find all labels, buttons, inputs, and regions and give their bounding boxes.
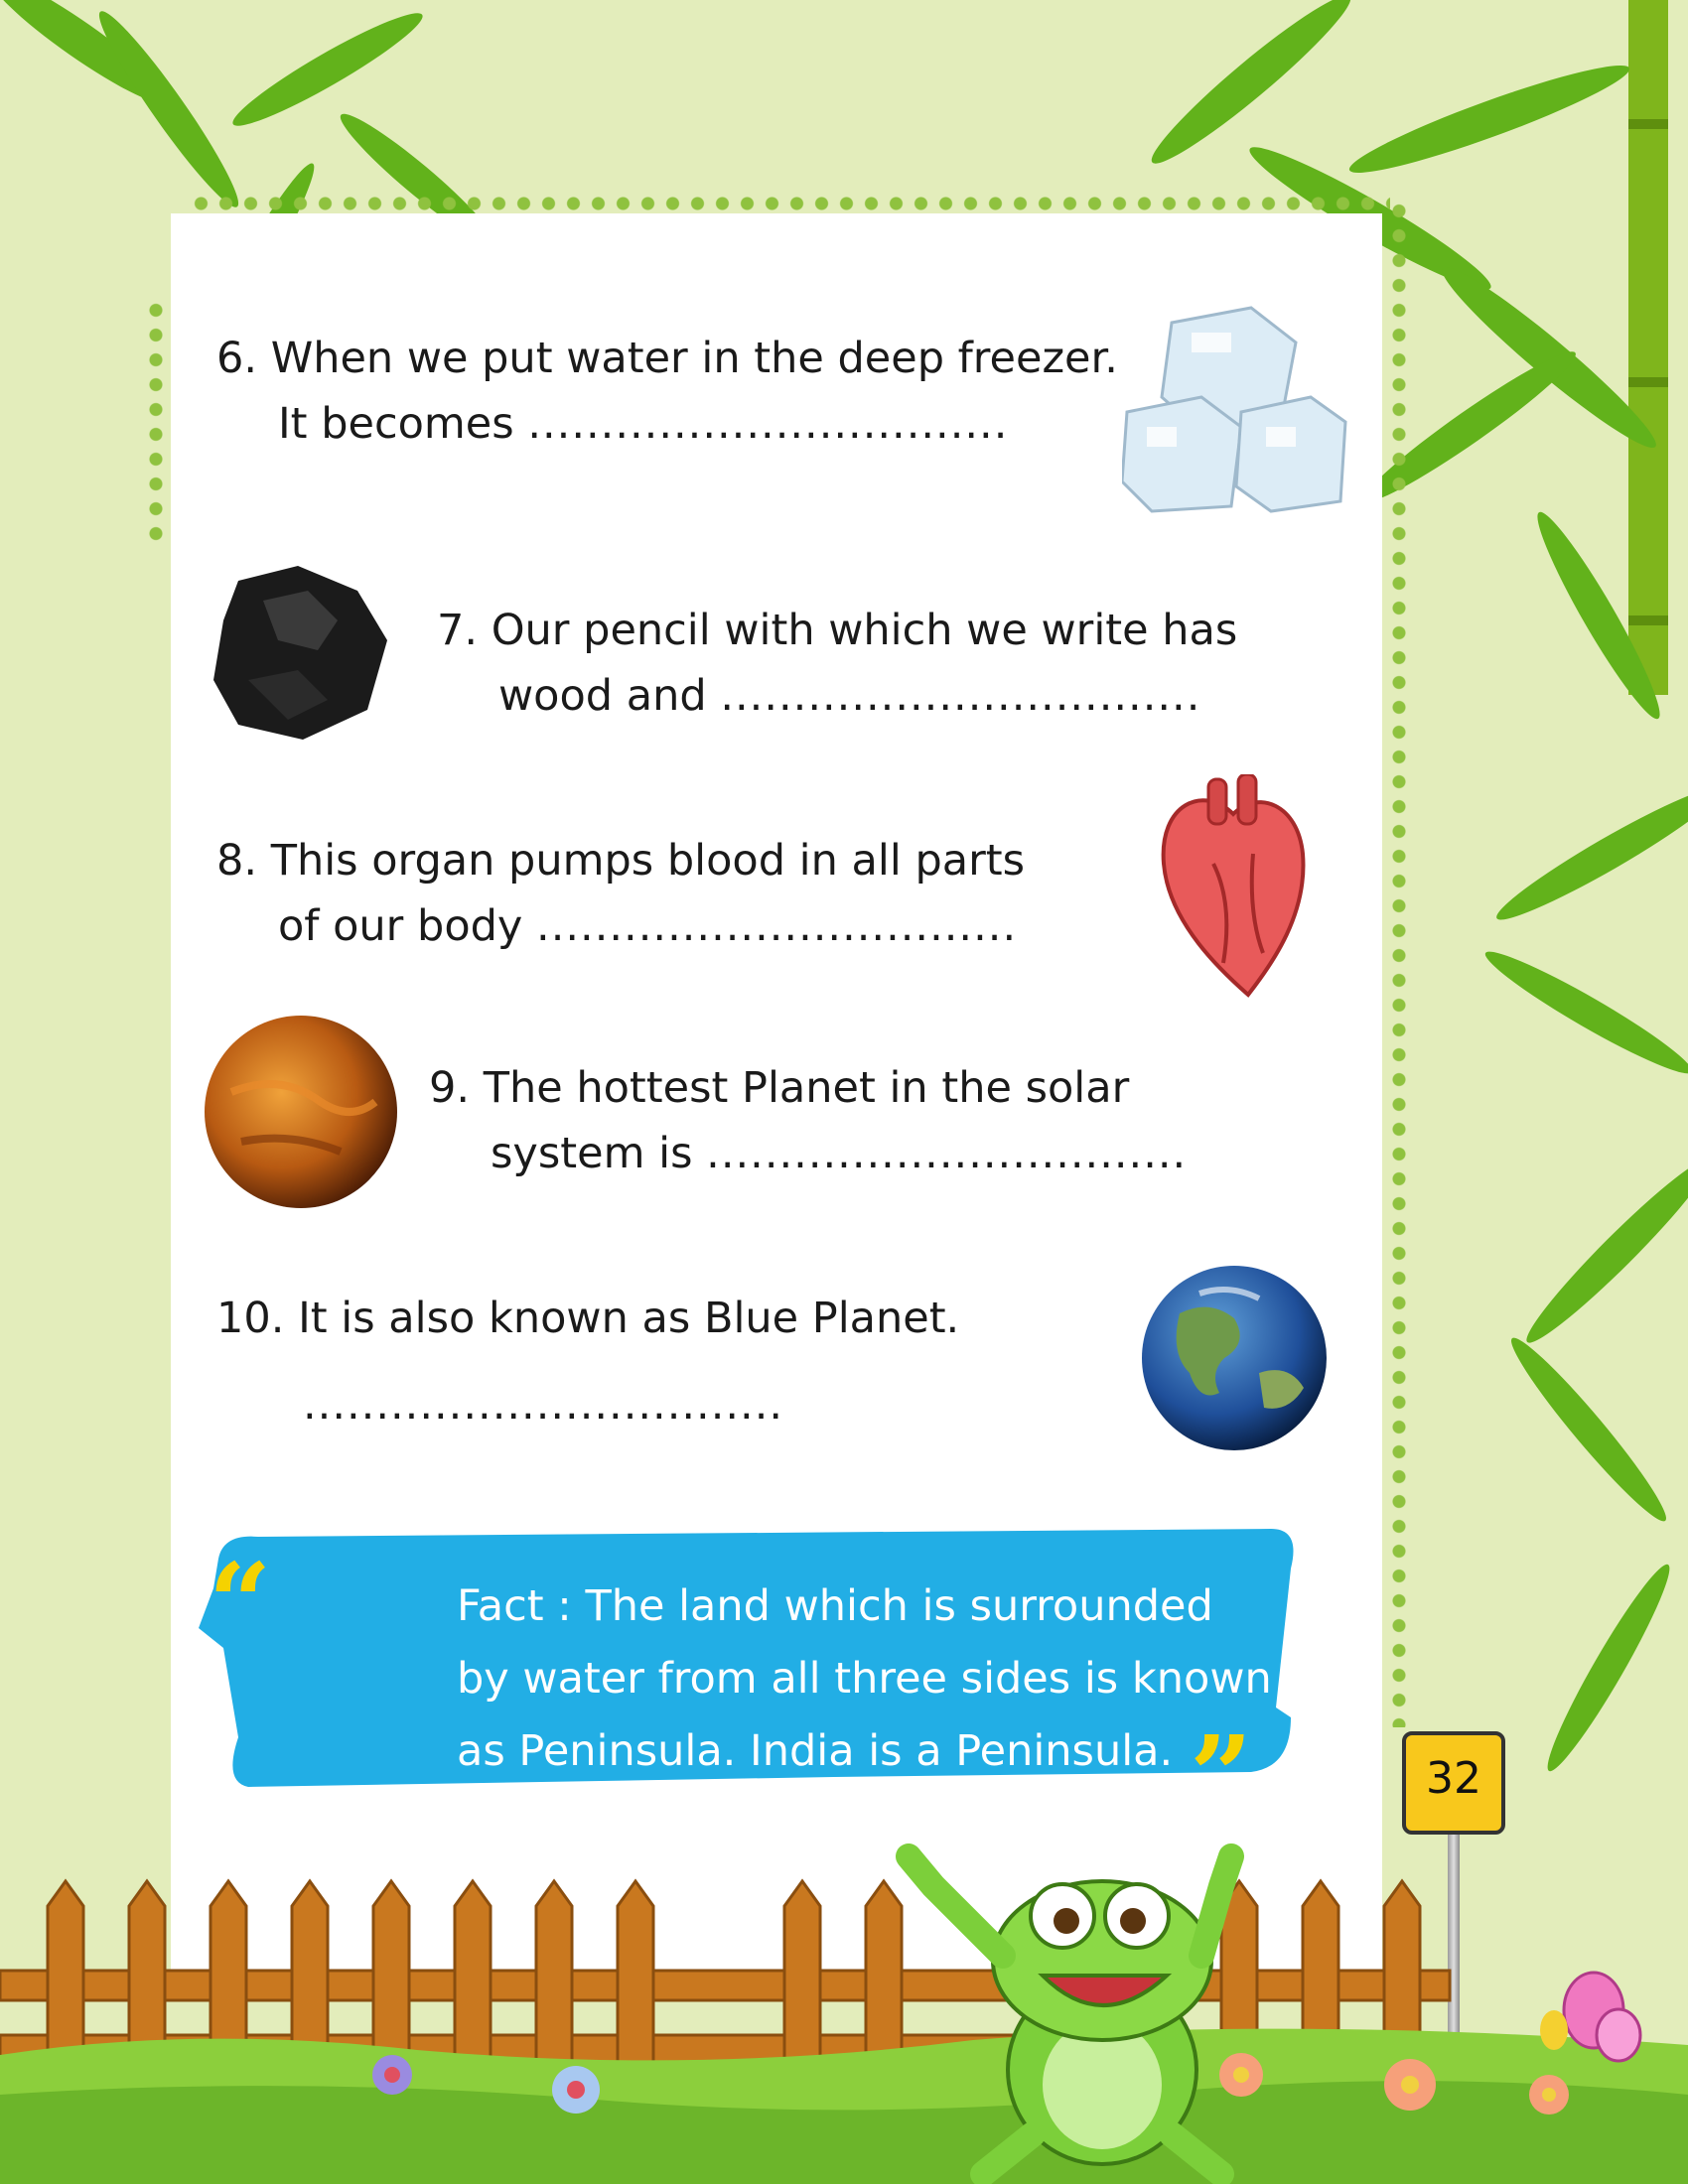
question-10: 10. It is also known as Blue Planet. bbox=[216, 1286, 959, 1351]
question-number: 7. bbox=[437, 606, 479, 655]
question-text-continued: of our body bbox=[278, 901, 523, 951]
question-number: 10. bbox=[216, 1294, 285, 1343]
fact-line: Fact : The land which is surrounded bbox=[457, 1581, 1213, 1631]
question-text: It is also known as Blue Planet. bbox=[298, 1294, 960, 1343]
signpost-pole bbox=[1448, 1835, 1460, 2063]
answer-blank[interactable]: ................................. bbox=[303, 1372, 783, 1437]
heart-organ-icon bbox=[1161, 774, 1306, 998]
question-number: 9. bbox=[429, 1063, 471, 1113]
question-number: 6. bbox=[216, 334, 258, 383]
question-text: Our pencil with which we write has bbox=[491, 606, 1238, 655]
question-6: 6. When we put water in the deep freezer… bbox=[216, 326, 1118, 457]
answer-blank[interactable]: ................................. bbox=[706, 1129, 1187, 1178]
ice-cubes-icon bbox=[1122, 306, 1347, 513]
question-text-continued: system is bbox=[491, 1129, 693, 1178]
answer-blank[interactable]: ................................. bbox=[527, 399, 1008, 449]
dotted-border-top bbox=[189, 195, 1390, 212]
earth-planet-icon bbox=[1142, 1266, 1327, 1450]
dotted-border-left bbox=[147, 298, 165, 546]
question-8: 8. This organ pumps blood in all parts o… bbox=[216, 828, 1025, 959]
question-text-continued: wood and bbox=[498, 671, 707, 721]
fact-line: by water from all three sides is known bbox=[457, 1654, 1272, 1704]
question-9: 9. The hottest Planet in the solar syste… bbox=[429, 1055, 1187, 1186]
dotted-border-right bbox=[1390, 199, 1408, 1727]
page-number: 32 bbox=[1426, 1753, 1481, 1804]
venus-planet-icon bbox=[205, 1016, 397, 1208]
fact-text: Fact : The land which is surrounded by w… bbox=[457, 1570, 1272, 1788]
answer-blank[interactable]: ................................. bbox=[536, 901, 1017, 951]
question-text: When we put water in the deep freezer. bbox=[270, 334, 1118, 383]
answer-blank[interactable]: ................................. bbox=[720, 671, 1200, 721]
question-text: The hottest Planet in the solar bbox=[483, 1063, 1130, 1113]
question-text-continued: It becomes bbox=[278, 399, 514, 449]
quote-close-icon: ” bbox=[1190, 1711, 1253, 1840]
question-text: This organ pumps blood in all parts bbox=[270, 836, 1026, 886]
quote-open-icon: “ bbox=[209, 1539, 272, 1667]
question-7: 7. Our pencil with which we write has wo… bbox=[437, 598, 1237, 729]
graphite-rock-icon bbox=[213, 566, 387, 740]
question-number: 8. bbox=[216, 836, 258, 886]
fact-line: as Peninsula. India is a Peninsula. bbox=[457, 1726, 1174, 1776]
